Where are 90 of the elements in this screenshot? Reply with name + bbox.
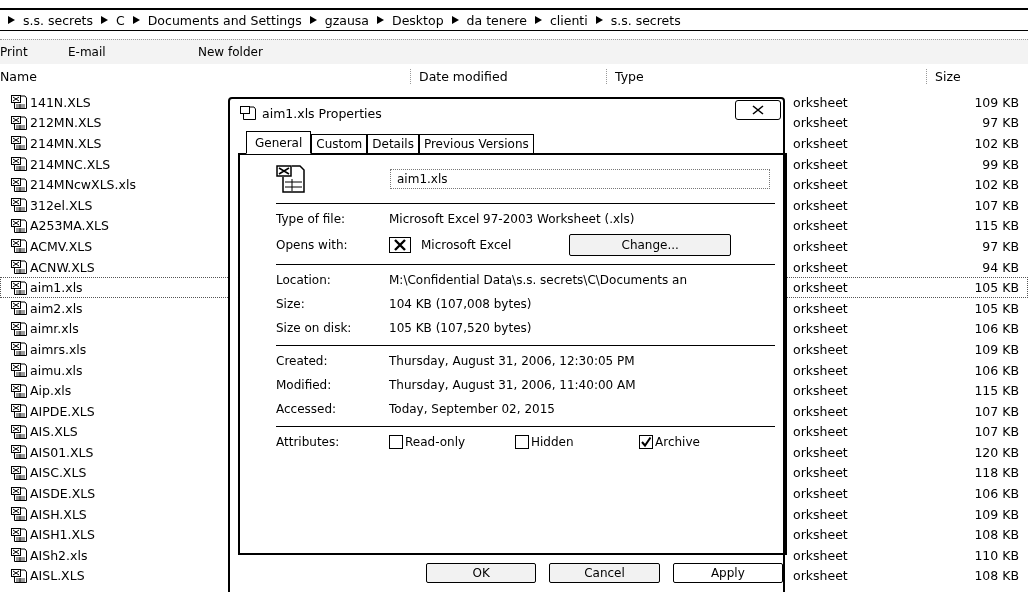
file-type: orksheet bbox=[792, 403, 849, 419]
file-type: orksheet bbox=[792, 362, 849, 378]
file-type: orksheet bbox=[792, 238, 849, 254]
file-size: 102 KB bbox=[973, 177, 1020, 193]
file-size: 120 KB bbox=[973, 444, 1020, 460]
dialog-title: aim1.xls Properties bbox=[262, 105, 383, 121]
file-size: 106 KB bbox=[973, 486, 1020, 502]
file-type: orksheet bbox=[792, 527, 849, 543]
file-name: AIS.XLS bbox=[30, 424, 78, 440]
file-type: orksheet bbox=[792, 321, 849, 337]
file-type: orksheet bbox=[792, 465, 849, 481]
file-name: AIS01.XLS bbox=[30, 444, 94, 460]
file-size: 118 KB bbox=[973, 465, 1020, 481]
file-type: orksheet bbox=[792, 506, 849, 522]
field-label: Type of file: bbox=[276, 211, 347, 228]
file-type: orksheet bbox=[792, 115, 849, 131]
file-size: 94 KB bbox=[981, 259, 1020, 275]
field-label: Size: bbox=[276, 296, 306, 313]
file-name: Aip.xls bbox=[30, 383, 72, 399]
file-size: 105 KB bbox=[973, 280, 1020, 296]
file-name: AISDE.XLS bbox=[30, 486, 96, 502]
file-name: 312el.XLS bbox=[30, 197, 93, 213]
field-label: Opens with: bbox=[276, 237, 349, 254]
field-value: Thursday, August 31, 2006, 12:30:05 PM bbox=[389, 353, 636, 370]
file-name: 214MN.XLS bbox=[30, 136, 102, 151]
file-size: 99 KB bbox=[981, 156, 1020, 172]
file-name: aim2.xls bbox=[30, 300, 83, 316]
file-type: orksheet bbox=[792, 156, 849, 172]
file-name: aim1.xls bbox=[30, 280, 83, 296]
file-type: orksheet bbox=[792, 136, 849, 151]
file-size: 105 KB bbox=[973, 300, 1020, 316]
file-size: 109 KB bbox=[973, 94, 1020, 110]
file-name: AISh2.xls bbox=[30, 547, 88, 563]
file-name: ACMV.XLS bbox=[30, 238, 93, 254]
file-size: 108 KB bbox=[973, 527, 1020, 543]
file-size: 106 KB bbox=[973, 362, 1020, 378]
file-size: 109 KB bbox=[973, 506, 1020, 522]
file-size: 108 KB bbox=[973, 568, 1020, 584]
file-size: 115 KB bbox=[973, 218, 1020, 234]
file-name: 212MN.XLS bbox=[30, 115, 102, 131]
file-name: aimr.xls bbox=[30, 321, 79, 337]
field-value: Today, September 02, 2015 bbox=[389, 401, 556, 418]
file-name: AISH1.XLS bbox=[30, 527, 95, 543]
file-name: 141N.XLS bbox=[30, 94, 91, 110]
file-type: orksheet bbox=[792, 197, 849, 213]
file-type: orksheet bbox=[792, 94, 849, 110]
file-type: orksheet bbox=[792, 486, 849, 502]
field-value: Thursday, August 31, 2006, 11:40:00 AM bbox=[389, 377, 637, 394]
app-name: Microsoft Excel bbox=[421, 237, 512, 254]
file-type: orksheet bbox=[792, 177, 849, 193]
file-type: orksheet bbox=[792, 341, 849, 357]
file-type: orksheet bbox=[792, 300, 849, 316]
file-size: 97 KB bbox=[981, 238, 1020, 254]
file-name: 214MNcwXLS.xls bbox=[30, 177, 136, 193]
field-label: Size on disk: bbox=[276, 320, 353, 337]
file-size: 102 KB bbox=[973, 136, 1020, 151]
file-name: AIPDE.XLS bbox=[30, 403, 95, 419]
field-label: Attributes: bbox=[276, 434, 341, 451]
file-size: 106 KB bbox=[973, 321, 1020, 337]
file-name: ACNW.XLS bbox=[30, 259, 95, 275]
file-type: orksheet bbox=[792, 444, 849, 460]
field-value: Microsoft Excel 97-2003 Worksheet (.xls) bbox=[389, 211, 636, 228]
file-name: aimrs.xls bbox=[30, 341, 87, 357]
file-size: 107 KB bbox=[973, 403, 1020, 419]
file-size: 109 KB bbox=[973, 341, 1020, 357]
file-type: orksheet bbox=[792, 547, 849, 563]
file-name: A253MA.XLS bbox=[30, 218, 109, 234]
field-label: Modified: bbox=[276, 377, 333, 394]
field-label: Created: bbox=[276, 353, 329, 370]
field-value: M:\Confidential Data\s.s. secrets\C\Documents an bbox=[389, 272, 688, 289]
file-name: AISH.XLS bbox=[30, 506, 87, 522]
file-type: orksheet bbox=[792, 424, 849, 440]
file-name: AISC.XLS bbox=[30, 465, 87, 481]
field-value: 105 KB (107,520 bytes) bbox=[389, 320, 533, 337]
field-label: Location: bbox=[276, 272, 332, 289]
file-name: aimu.xls bbox=[30, 362, 83, 378]
field-value: 104 KB (107,008 bytes) bbox=[389, 296, 533, 313]
file-type: orksheet bbox=[792, 280, 849, 296]
file-name: AISL.XLS bbox=[30, 568, 85, 584]
file-type: orksheet bbox=[792, 383, 849, 399]
field-label: Accessed: bbox=[276, 401, 338, 418]
file-type: orksheet bbox=[792, 218, 849, 234]
file-size: 107 KB bbox=[973, 197, 1020, 213]
file-size: 115 KB bbox=[973, 383, 1020, 399]
file-size: 110 KB bbox=[973, 547, 1020, 563]
file-type: orksheet bbox=[792, 568, 849, 584]
file-type: orksheet bbox=[792, 259, 849, 275]
file-name: 214MNC.XLS bbox=[30, 156, 111, 172]
file-size: 97 KB bbox=[981, 115, 1020, 131]
file-size: 107 KB bbox=[973, 424, 1020, 440]
